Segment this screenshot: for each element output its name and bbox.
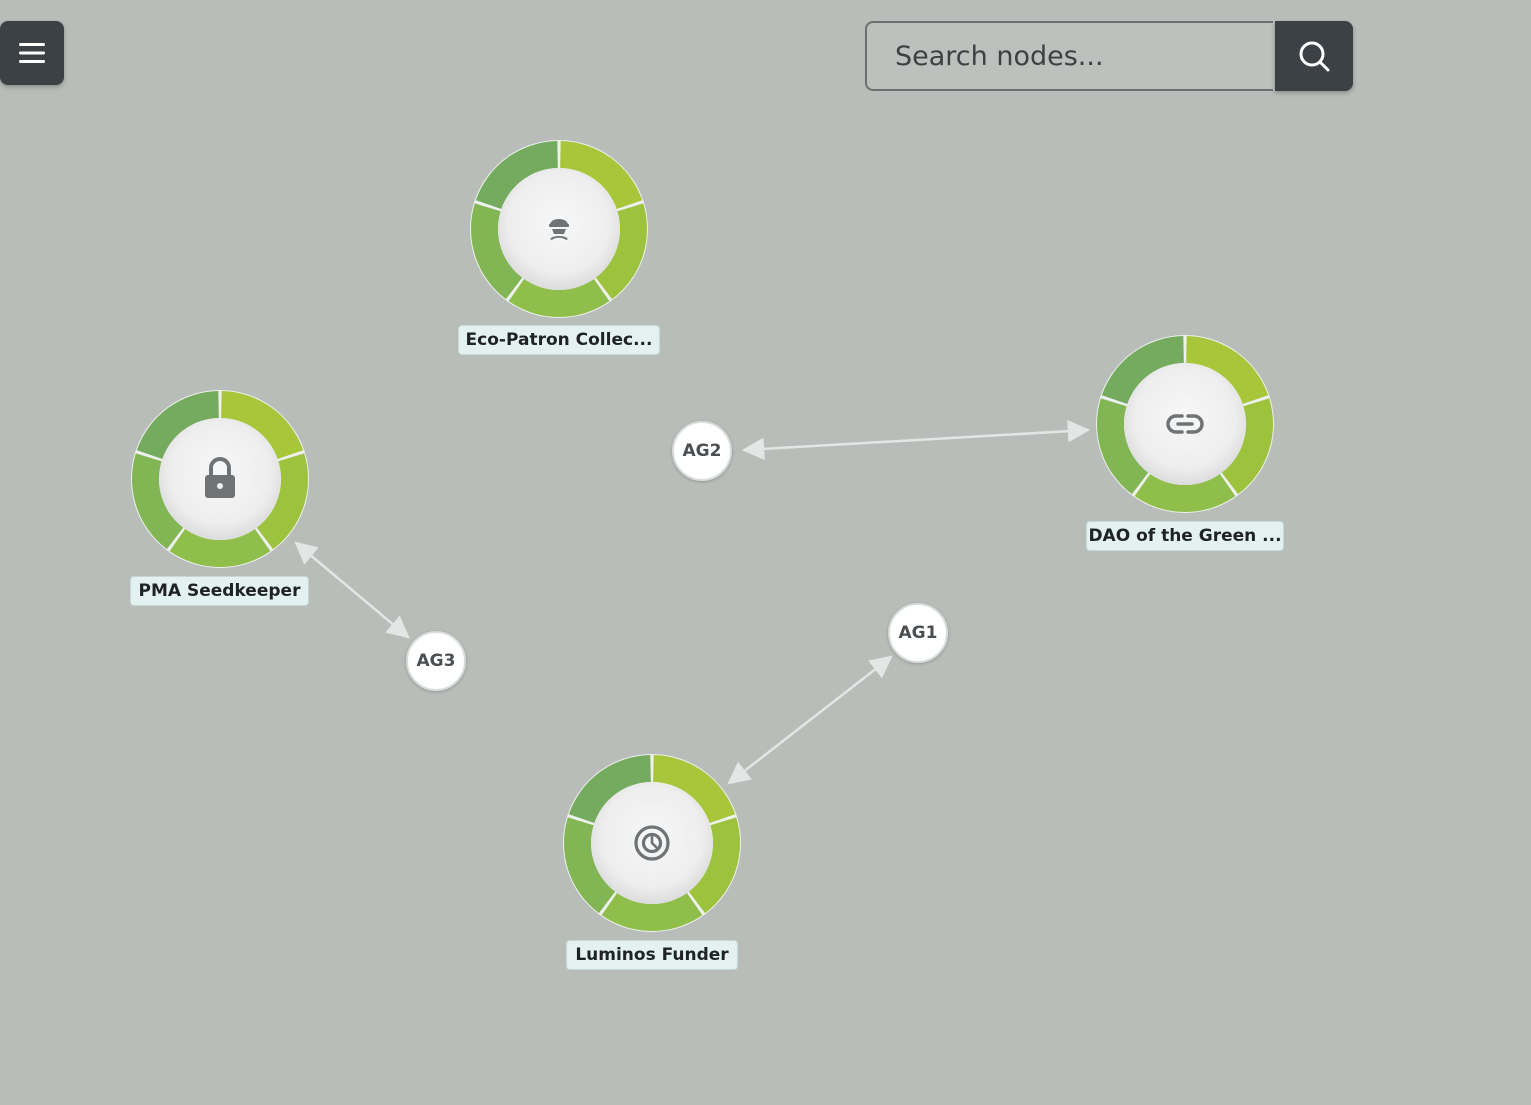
- node-label-pma-seedkeeper: PMA Seedkeeper: [130, 576, 309, 606]
- node-luminos-funder[interactable]: [563, 754, 741, 932]
- node-eco-patron[interactable]: [470, 140, 648, 318]
- node-label-luminos-funder: Luminos Funder: [566, 940, 738, 970]
- search-button[interactable]: [1275, 21, 1353, 91]
- search-bar: [865, 21, 1353, 91]
- search-input[interactable]: [865, 21, 1273, 91]
- node-label-eco-patron: Eco-Patron Collec...: [458, 325, 660, 355]
- agent-node-ag3[interactable]: AG3: [406, 631, 466, 691]
- hamburger-menu-icon: [19, 43, 45, 63]
- graph-canvas[interactable]: [0, 0, 1531, 1105]
- edge-luminos-ag1[interactable]: [727, 655, 893, 785]
- agent-node-ag2[interactable]: AG2: [672, 421, 732, 481]
- agent-node-ag1[interactable]: AG1: [888, 603, 948, 663]
- node-pma-seedkeeper[interactable]: [131, 390, 309, 568]
- edge-pma-ag3[interactable]: [294, 541, 410, 639]
- edges-layer: [294, 419, 1091, 785]
- node-dao-green[interactable]: [1096, 335, 1274, 513]
- node-label-dao-green: DAO of the Green ...: [1086, 521, 1284, 551]
- edge-ag2-dao[interactable]: [741, 419, 1091, 461]
- menu-button[interactable]: [0, 21, 64, 85]
- search-icon: [1299, 41, 1330, 72]
